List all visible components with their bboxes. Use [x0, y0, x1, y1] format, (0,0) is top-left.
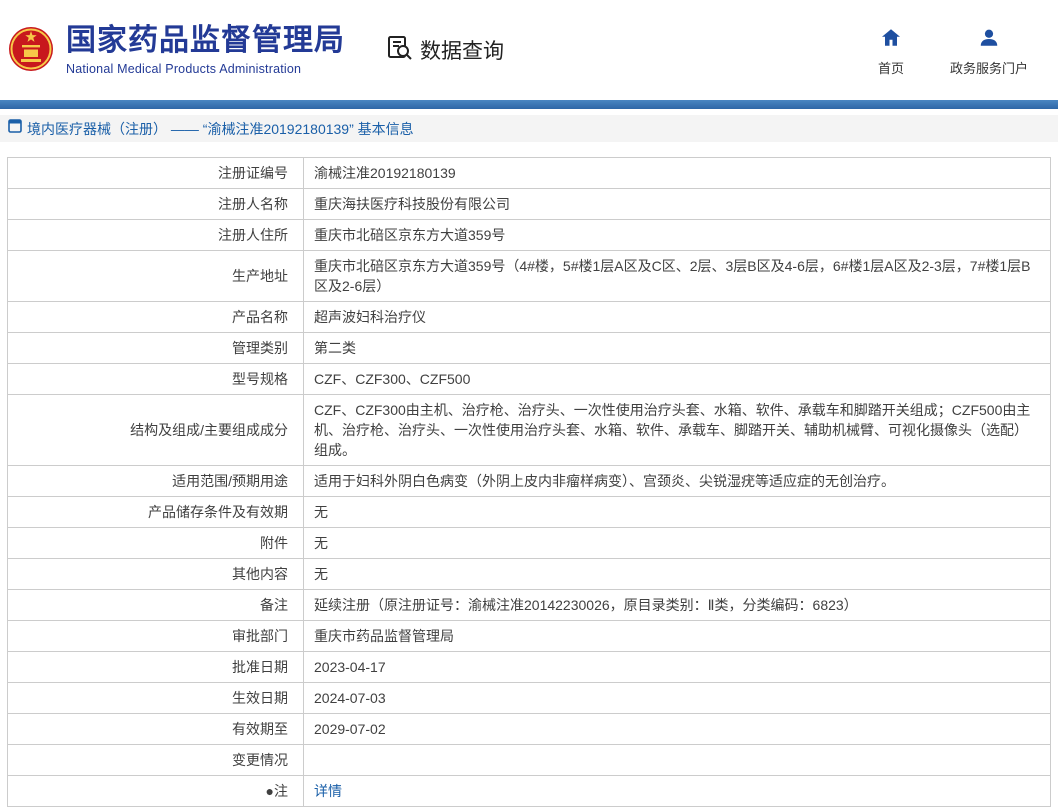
- row-label: 变更情况: [7, 744, 304, 776]
- row-label: 审批部门: [7, 620, 304, 652]
- row-value: CZF、CZF300由主机、治疗枪、治疗头、一次性使用治疗头套、水箱、软件、承载…: [303, 394, 1051, 466]
- row-label: 型号规格: [7, 363, 304, 395]
- table-row: 产品名称 超声波妇科治疗仪: [7, 301, 1051, 333]
- row-value: 2029-07-02: [303, 713, 1051, 745]
- table-row: 管理类别 第二类: [7, 332, 1051, 364]
- header-right-nav: 首页 政务服务门户: [878, 23, 1028, 77]
- row-label: 注册证编号: [7, 157, 304, 189]
- nav-portal-label: 政务服务门户: [949, 61, 1028, 76]
- row-value: 详情: [303, 775, 1051, 807]
- table-row: 备注 延续注册（原注册证号：渝械注准20142230026，原目录类别：Ⅱ类，分…: [7, 589, 1051, 621]
- site-logo-title[interactable]: 国家药品监督管理局 National Medical Products Admi…: [8, 18, 345, 83]
- row-value: 2024-07-03: [303, 682, 1051, 714]
- table-row: 生效日期 2024-07-03: [7, 682, 1051, 714]
- table-row: 变更情况: [7, 744, 1051, 776]
- row-value: 第二类: [303, 332, 1051, 364]
- row-label: 管理类别: [7, 332, 304, 364]
- row-label: ●注: [7, 775, 304, 807]
- row-label: 结构及组成/主要组成成分: [7, 394, 304, 466]
- row-value: 重庆海扶医疗科技股份有限公司: [303, 188, 1051, 220]
- row-label: 产品名称: [7, 301, 304, 333]
- user-icon: [980, 29, 998, 51]
- row-value: 无: [303, 496, 1051, 528]
- row-value: 无: [303, 527, 1051, 559]
- header-divider-bar: [0, 100, 1058, 109]
- row-value: 2023-04-17: [303, 651, 1051, 683]
- table-row: 附件 无: [7, 527, 1051, 559]
- table-row: 批准日期 2023-04-17: [7, 651, 1051, 683]
- table-row: 型号规格 CZF、CZF300、CZF500: [7, 363, 1051, 395]
- home-icon: [881, 29, 900, 51]
- registry-document-icon: [8, 119, 22, 138]
- table-row: 结构及组成/主要组成成分 CZF、CZF300由主机、治疗枪、治疗头、一次性使用…: [7, 394, 1051, 466]
- row-label: 生效日期: [7, 682, 304, 714]
- table-row: ●注 详情: [7, 775, 1051, 807]
- info-table: 注册证编号 渝械注准20192180139 注册人名称 重庆海扶医疗科技股份有限…: [7, 157, 1051, 807]
- table-row: 注册人住所 重庆市北碚区京东方大道359号: [7, 219, 1051, 251]
- site-title-cn: 国家药品监督管理局: [66, 24, 345, 57]
- breadcrumb: 境内医疗器械（注册） —— “渝械注准20192180139” 基本信息: [0, 115, 1058, 142]
- row-value: CZF、CZF300、CZF500: [303, 363, 1051, 395]
- row-label: 注册人名称: [7, 188, 304, 220]
- row-label: 备注: [7, 589, 304, 621]
- nav-home-label: 首页: [877, 61, 904, 76]
- row-label: 生产地址: [7, 250, 304, 302]
- table-row: 生产地址 重庆市北碚区京东方大道359号（4#楼，5#楼1层A区及C区、2层、3…: [7, 250, 1051, 302]
- table-row: 有效期至 2029-07-02: [7, 713, 1051, 745]
- data-query-label: 数据查询: [420, 40, 504, 63]
- nav-data-query[interactable]: 数据查询: [387, 34, 504, 66]
- table-row: 审批部门 重庆市药品监督管理局: [7, 620, 1051, 652]
- table-row: 产品储存条件及有效期 无: [7, 496, 1051, 528]
- row-value: 适用于妇科外阴白色病变（外阴上皮内非瘤样病变）、宫颈炎、尖锐湿疣等适应症的无创治…: [303, 465, 1051, 497]
- row-label: 批准日期: [7, 651, 304, 683]
- table-row: 其他内容 无: [7, 558, 1051, 590]
- nav-portal[interactable]: 政务服务门户: [950, 29, 1028, 77]
- nav-home[interactable]: 首页: [878, 29, 904, 77]
- row-value: 重庆市北碚区京东方大道359号（4#楼，5#楼1层A区及C区、2层、3层B区及4…: [303, 250, 1051, 302]
- page: 国家药品监督管理局 National Medical Products Admi…: [0, 0, 1058, 807]
- row-label: 其他内容: [7, 558, 304, 590]
- row-label: 适用范围/预期用途: [7, 465, 304, 497]
- data-query-icon: [387, 34, 413, 66]
- row-label: 附件: [7, 527, 304, 559]
- row-label: 注册人住所: [7, 219, 304, 251]
- site-title-en: National Medical Products Administration: [66, 62, 302, 76]
- row-value: 延续注册（原注册证号：渝械注准20142230026，原目录类别：Ⅱ类，分类编码…: [303, 589, 1051, 621]
- breadcrumb-text: 境内医疗器械（注册） —— “渝械注准20192180139” 基本信息: [27, 120, 414, 137]
- site-titles: 国家药品监督管理局 National Medical Products Admi…: [66, 24, 345, 76]
- site-header: 国家药品监督管理局 National Medical Products Admi…: [0, 0, 1058, 100]
- info-table-body: 注册证编号 渝械注准20192180139 注册人名称 重庆海扶医疗科技股份有限…: [7, 157, 1051, 807]
- row-value: 重庆市药品监督管理局: [303, 620, 1051, 652]
- detail-link[interactable]: 详情: [314, 783, 342, 799]
- national-emblem-logo: [8, 20, 54, 83]
- row-value: [303, 744, 1051, 776]
- row-value: 重庆市北碚区京东方大道359号: [303, 219, 1051, 251]
- row-value: 渝械注准20192180139: [303, 157, 1051, 189]
- row-label: 有效期至: [7, 713, 304, 745]
- row-label: 产品储存条件及有效期: [7, 496, 304, 528]
- table-row: 注册证编号 渝械注准20192180139: [7, 157, 1051, 189]
- table-row: 注册人名称 重庆海扶医疗科技股份有限公司: [7, 188, 1051, 220]
- table-row: 适用范围/预期用途 适用于妇科外阴白色病变（外阴上皮内非瘤样病变）、宫颈炎、尖锐…: [7, 465, 1051, 497]
- row-value: 超声波妇科治疗仪: [303, 301, 1051, 333]
- row-value: 无: [303, 558, 1051, 590]
